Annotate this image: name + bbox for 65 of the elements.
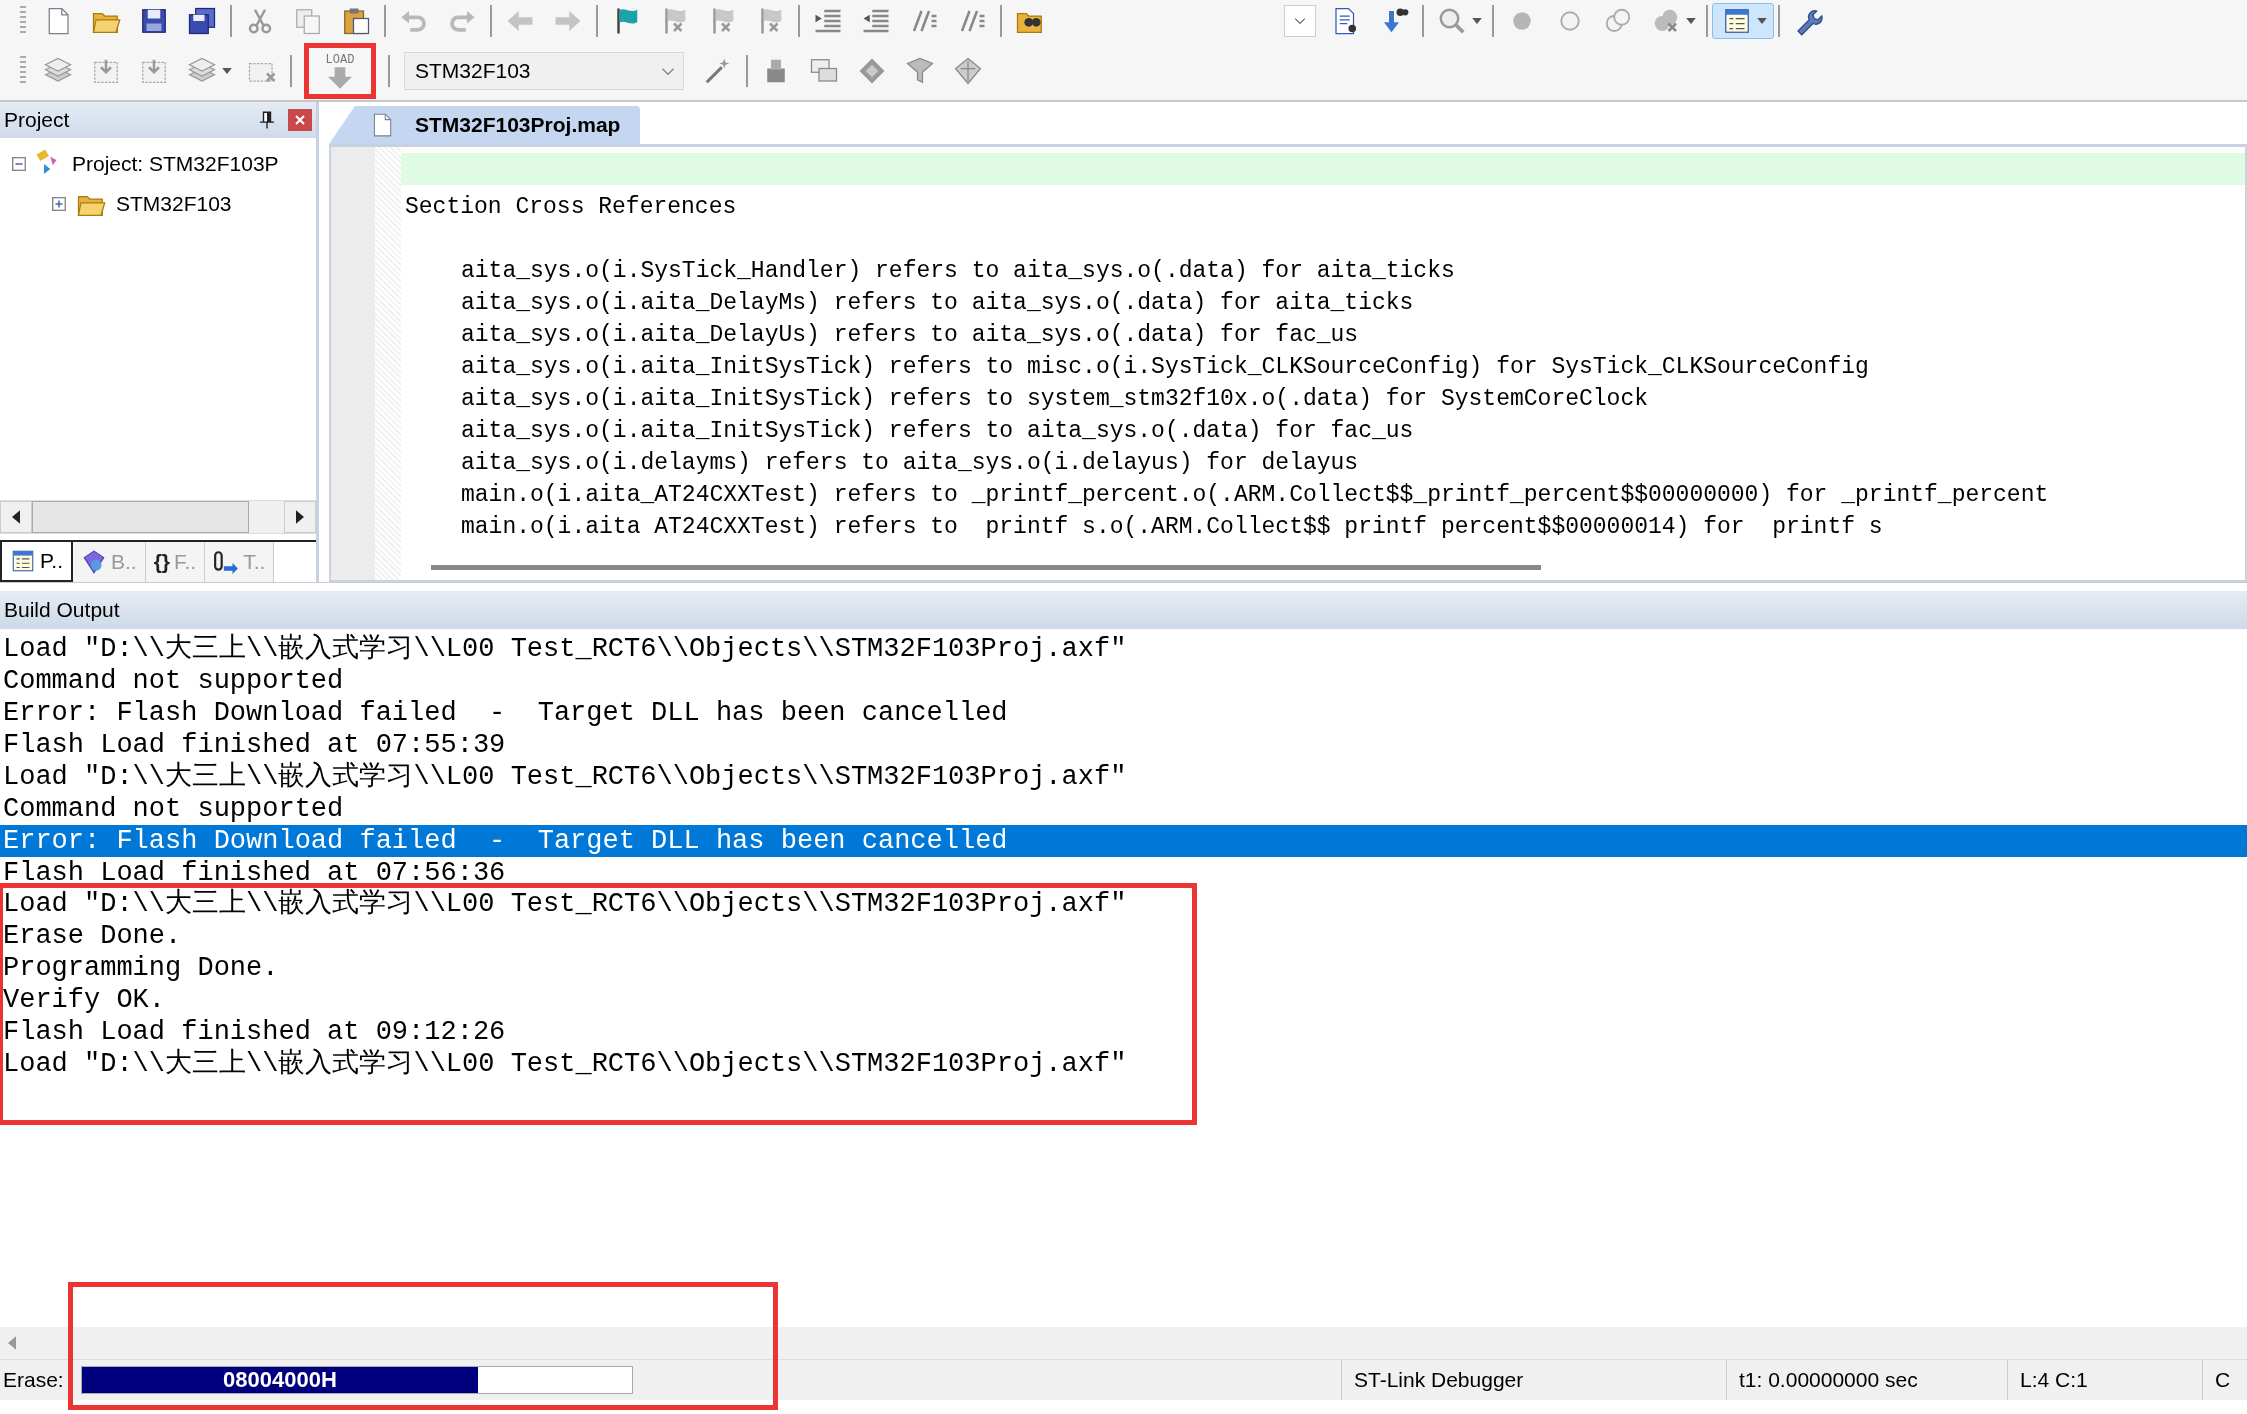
close-icon <box>295 115 305 125</box>
status-text: C <box>2202 1360 2247 1400</box>
close-button[interactable] <box>288 109 312 131</box>
output-line[interactable]: Flash Load finished at 09:12:26 <box>3 1016 1192 1048</box>
code-line: aita_sys.o(i.aita_InitSysTick) refers to system_stm32f10x.o(.data) for SystemCoreClock <box>460 385 1649 414</box>
chevron-icon <box>661 66 675 76</box>
window-icon <box>10 548 36 574</box>
expand-icon[interactable] <box>52 197 66 211</box>
output-line[interactable]: Flash Load finished at 07:56:36 <box>0 857 2247 889</box>
progress-text: 08004000H <box>222 1367 338 1393</box>
output-line[interactable]: Load "D:\\大三上\\嵌入式学习\\L00 Test_RCT6\\Objects\\STM32F103Proj.axf" <box>0 761 2247 793</box>
diamond-icon[interactable] <box>857 56 887 86</box>
code-line: aita_sys.o(i.SysTick_Handler) refers to aita_sys.o(.data) for aita_ticks <box>460 257 1456 286</box>
output-line[interactable]: Command not supported <box>0 793 2247 825</box>
chevron-icon <box>1294 17 1306 25</box>
zoom-icon[interactable] <box>1437 6 1467 36</box>
save-icon[interactable] <box>139 6 169 36</box>
scrollbar[interactable] <box>0 1327 2247 1359</box>
window-icon[interactable] <box>1722 6 1752 36</box>
debugger-status: ST-Link Debugger <box>1341 1360 1726 1400</box>
load-button[interactable]: LOAD <box>304 43 376 99</box>
output-line[interactable]: Erase Done. <box>3 920 1192 952</box>
panel-tab[interactable]: {} F.. <box>145 542 206 582</box>
output-line[interactable]: Load "D:\\大三上\\嵌入式学习\\L00 Test_RCT6\\Objects\\STM32F103Proj.axf" <box>3 888 1192 920</box>
code-line: aita_sys.o(i.aita_DelayUs) refers to aita_sys.o(.data) for fac_us <box>460 321 1360 350</box>
scroll-left-icon[interactable] <box>12 510 20 524</box>
output-line[interactable]: Flash Load finished at 07:55:39 <box>0 729 2247 761</box>
cursor-position: L:4 C:1 <box>2007 1360 2202 1400</box>
output-line[interactable]: Load "D:\\大三上\\嵌入式学习\\L00 Test_RCT6\\Objects\\STM32F103Proj.axf" <box>0 633 2247 665</box>
code-line: main.o(i.aita_AT24CXXTest) refers to _printf_percent.o(.ARM.Collect$$_printf_percent$$00000000) for _printf_percent <box>460 481 2050 510</box>
panel-title: Project <box>4 108 71 132</box>
caret-icon[interactable] <box>1472 18 1482 24</box>
code-line: aita_sys.o(i.delayms) refers to aita_sys.o(i.delayus) for delayus <box>460 449 1360 478</box>
code-line: Section Cross References <box>404 193 738 222</box>
funnel-icon[interactable] <box>905 56 935 86</box>
time-status: t1: 0.00000000 sec <box>1726 1360 2007 1400</box>
scrollbar[interactable] <box>0 500 316 534</box>
pin-icon[interactable] <box>260 111 274 129</box>
window-button[interactable] <box>1712 3 1774 39</box>
collapse-icon[interactable] <box>12 157 26 171</box>
caret-icon[interactable] <box>1757 18 1767 24</box>
panel-title: Build Output <box>4 598 120 622</box>
save-all-icon[interactable] <box>187 6 217 36</box>
code-line: aita_sys.o(i.aita_InitSysTick) refers to aita_sys.o(.data) for fac_us <box>460 417 1415 446</box>
tree-item[interactable]: STM32F103 <box>116 192 232 216</box>
scroll-right-icon[interactable] <box>296 510 304 524</box>
output-line[interactable]: Error: Flash Download failed - Target DLL has been cancelled <box>0 697 2247 729</box>
code-line: main.o(i.aita AT24CXXTest) refers to printf s.o(.ARM.Collect$$ printf percent$$00000014) for printf s <box>460 513 1884 542</box>
code-line: aita_sys.o(i.aita_DelayMs) refers to aita_sys.o(.data) for aita_ticks <box>460 289 1415 318</box>
grid-icon[interactable] <box>953 56 983 86</box>
code-line: aita_sys.o(i.aita_InitSysTick) refers to misc.o(i.SysTick_CLKSourceConfig) for SysTick_CLKSourceConfig <box>460 353 1870 382</box>
copy-icon[interactable] <box>293 6 323 36</box>
paste-icon[interactable] <box>341 6 371 36</box>
tree-item[interactable]: Project: STM32F103P <box>72 152 279 176</box>
output-line[interactable]: Command not supported <box>0 665 2247 697</box>
target-select[interactable]: STM32F103 <box>404 52 684 90</box>
output-line[interactable]: Programming Done. <box>3 952 1192 984</box>
output-line[interactable]: Verify OK. <box>3 984 1192 1016</box>
output-line[interactable]: Load "D:\\大三上\\嵌入式学习\\L00 Test_RCT6\\Objects\\STM32F103Proj.axf" <box>3 1048 1192 1080</box>
caret-icon[interactable] <box>1686 18 1696 24</box>
file-tab[interactable]: STM32F103Proj.map <box>329 106 641 144</box>
caret-icon[interactable] <box>222 68 232 74</box>
status-label: Erase: <box>2 1368 65 1392</box>
scrollbar[interactable] <box>431 564 1541 570</box>
panel-tab[interactable]: P.. <box>0 542 73 582</box>
